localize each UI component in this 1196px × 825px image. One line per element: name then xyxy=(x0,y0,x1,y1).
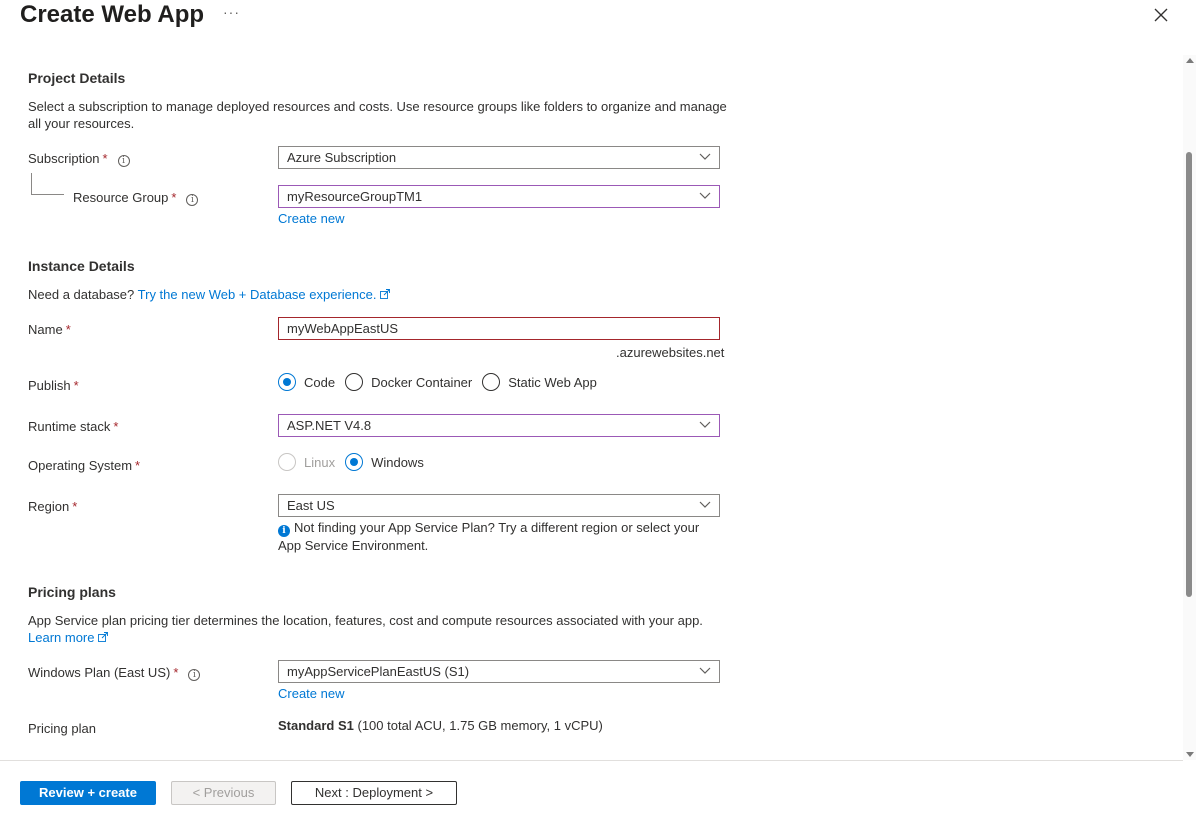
resource-group-label: Resource Group * i xyxy=(73,190,199,206)
scrollbar-thumb[interactable] xyxy=(1186,152,1192,597)
info-filled-icon: i xyxy=(278,525,290,537)
close-icon[interactable] xyxy=(1152,6,1170,24)
radio-checked-icon[interactable] xyxy=(345,453,364,471)
required-asterisk: * xyxy=(73,378,79,393)
previous-button: < Previous xyxy=(171,781,276,805)
info-icon[interactable]: i xyxy=(186,194,199,206)
radio-label: Linux xyxy=(304,454,336,470)
os-option-windows[interactable]: Windows xyxy=(345,453,424,471)
pricing-details: (100 total ACU, 1.75 GB memory, 1 vCPU) xyxy=(357,718,603,733)
name-input[interactable]: myWebAppEastUS xyxy=(278,317,720,340)
runtime-stack-value: ASP.NET V4.8 xyxy=(287,418,372,433)
operating-system-label: Operating System * xyxy=(28,458,140,473)
required-asterisk: * xyxy=(173,665,179,680)
operating-system-label-text: Operating System xyxy=(28,458,133,473)
project-details-description: Select a subscription to manage deployed… xyxy=(28,99,727,131)
vertical-scrollbar[interactable] xyxy=(1183,55,1196,760)
project-details-heading: Project Details xyxy=(28,70,126,86)
database-prompt: Need a database? Try the new Web + Datab… xyxy=(28,286,391,303)
windows-plan-label: Windows Plan (East US) * i xyxy=(28,665,201,681)
windows-plan-label-text: Windows Plan (East US) xyxy=(28,665,171,680)
region-label: Region * xyxy=(28,499,77,514)
pricing-tier: Standard S1 xyxy=(278,718,354,733)
tree-connector-line xyxy=(31,194,64,195)
region-info-line: Not finding your App Service Plan? Try a… xyxy=(294,520,700,535)
scroll-down-arrow-icon[interactable] xyxy=(1186,752,1194,757)
chevron-down-icon xyxy=(699,192,711,199)
info-icon[interactable]: i xyxy=(117,155,130,167)
region-info-line: App Service Environment. xyxy=(278,538,429,553)
runtime-stack-label-text: Runtime stack xyxy=(28,419,111,434)
radio-label: Static Web App xyxy=(508,374,597,390)
region-value: East US xyxy=(287,498,335,513)
pricing-description-text: App Service plan pricing tier determines… xyxy=(28,613,703,628)
chevron-down-icon xyxy=(699,667,711,674)
pricing-plan-value: Standard S1 (100 total ACU, 1.75 GB memo… xyxy=(278,717,603,734)
chevron-down-icon xyxy=(699,421,711,428)
resource-group-dropdown[interactable]: myResourceGroupTM1 xyxy=(278,185,720,208)
external-link-icon xyxy=(380,289,391,299)
info-icon[interactable]: i xyxy=(188,669,201,681)
subscription-dropdown[interactable]: Azure Subscription xyxy=(278,146,720,169)
domain-suffix: .azurewebsites.net xyxy=(616,345,725,360)
radio-unchecked-icon xyxy=(278,453,296,471)
web-database-link-text[interactable]: Try the new Web + Database experience. xyxy=(138,287,377,302)
resource-group-value: myResourceGroupTM1 xyxy=(287,189,423,204)
review-create-button[interactable]: Review + create xyxy=(20,781,156,805)
required-asterisk: * xyxy=(135,458,141,473)
runtime-stack-dropdown[interactable]: ASP.NET V4.8 xyxy=(278,414,720,437)
subscription-value: Azure Subscription xyxy=(287,150,397,165)
next-deployment-button[interactable]: Next : Deployment > xyxy=(291,781,457,805)
required-asterisk: * xyxy=(113,419,119,434)
footer-divider xyxy=(0,760,1183,761)
create-new-resource-group-link[interactable]: Create new xyxy=(278,211,344,226)
web-database-link[interactable]: Try the new Web + Database experience. xyxy=(138,287,391,302)
page-title: Create Web App xyxy=(20,1,205,28)
pricing-plan-label: Pricing plan xyxy=(28,721,96,736)
publish-option-static[interactable]: Static Web App xyxy=(482,373,597,391)
region-info-message: i Not finding your App Service Plan? Try … xyxy=(278,519,723,554)
chevron-down-icon xyxy=(699,501,711,508)
tree-connector-line xyxy=(31,173,32,194)
radio-label: Code xyxy=(304,374,336,390)
radio-checked-icon[interactable] xyxy=(278,373,296,391)
external-link-icon xyxy=(98,632,109,642)
required-asterisk: * xyxy=(72,499,78,514)
region-label-text: Region xyxy=(28,499,70,514)
windows-plan-value: myAppServicePlanEastUS (S1) xyxy=(287,664,470,679)
pricing-description: App Service plan pricing tier determines… xyxy=(28,612,728,646)
required-asterisk: * xyxy=(65,322,71,337)
os-option-linux: Linux xyxy=(278,453,335,471)
publish-option-code[interactable]: Code xyxy=(278,373,335,391)
instance-details-heading: Instance Details xyxy=(28,258,135,274)
name-label: Name * xyxy=(28,322,71,337)
publish-label-text: Publish xyxy=(28,378,71,393)
learn-more-link[interactable]: Learn more xyxy=(28,629,728,646)
runtime-stack-label: Runtime stack * xyxy=(28,419,118,434)
subscription-label-text: Subscription xyxy=(28,151,100,166)
database-prompt-text: Need a database? xyxy=(28,287,135,302)
resource-group-label-text: Resource Group xyxy=(73,190,169,205)
publish-label: Publish * xyxy=(28,378,79,393)
required-asterisk: * xyxy=(102,151,108,166)
os-radio-group: Linux Windows xyxy=(278,453,434,471)
radio-label: Docker Container xyxy=(371,374,473,390)
name-label-text: Name xyxy=(28,322,63,337)
publish-option-docker[interactable]: Docker Container xyxy=(345,373,472,391)
required-asterisk: * xyxy=(171,190,177,205)
region-dropdown[interactable]: East US xyxy=(278,494,720,517)
scroll-up-arrow-icon[interactable] xyxy=(1186,58,1194,63)
radio-label: Windows xyxy=(371,454,424,470)
pricing-plans-heading: Pricing plans xyxy=(28,584,116,600)
windows-plan-dropdown[interactable]: myAppServicePlanEastUS (S1) xyxy=(278,660,720,683)
more-options-button[interactable]: ··· xyxy=(223,4,240,20)
learn-more-text[interactable]: Learn more xyxy=(28,630,94,645)
publish-radio-group: Code Docker Container Static Web App xyxy=(278,373,607,391)
chevron-down-icon xyxy=(699,153,711,160)
radio-unchecked-icon[interactable] xyxy=(345,373,364,391)
create-new-plan-link[interactable]: Create new xyxy=(278,686,344,701)
subscription-label: Subscription * i xyxy=(28,151,130,167)
name-value: myWebAppEastUS xyxy=(287,321,399,336)
radio-unchecked-icon[interactable] xyxy=(482,373,501,391)
